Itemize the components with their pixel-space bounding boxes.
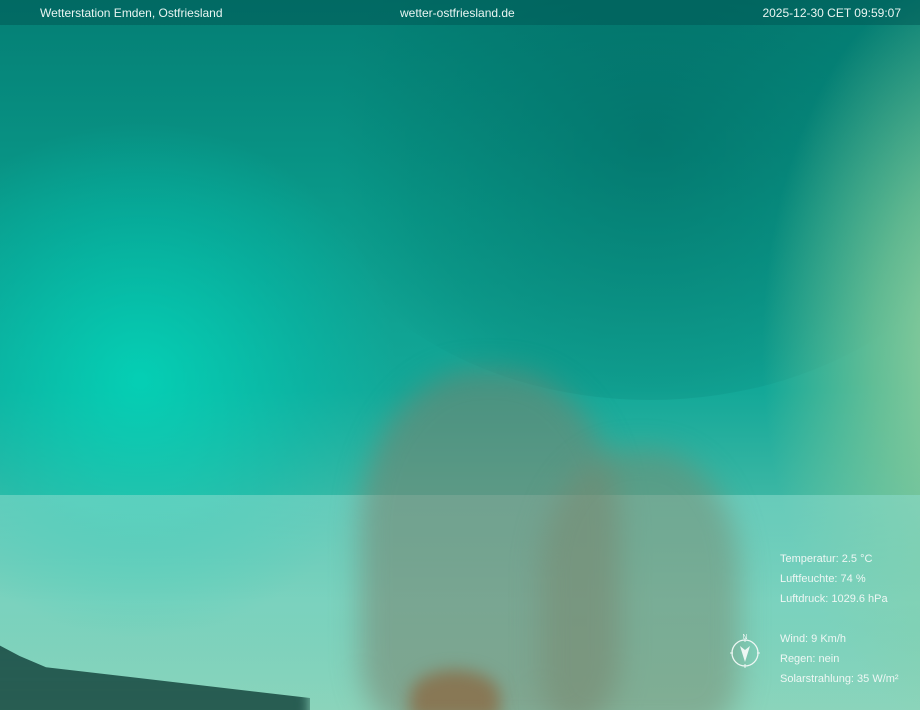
timestamp: 2025-12-30 CET 09:59:07	[762, 6, 901, 20]
website-label: wetter-ostfriesland.de	[400, 6, 515, 20]
wind-reading: Wind: 9 Km/h	[780, 633, 847, 645]
rain-reading: Regen: nein	[780, 653, 840, 665]
temperature-reading: Temperatur: 2.5 °C	[780, 553, 873, 565]
readings-spacer	[780, 609, 899, 629]
solar-reading: Solarstrahlung: 35 W/m²	[780, 673, 899, 685]
station-name: Wetterstation Emden, Ostfriesland	[40, 6, 223, 20]
weather-readings: Temperatur: 2.5 °C Luftfeuchte: 74 % Luf…	[780, 549, 899, 689]
pressure-reading: Luftdruck: 1029.6 hPa	[780, 593, 888, 605]
compass-arrow-icon: N	[730, 634, 760, 668]
webcam-image: Wetterstation Emden, Ostfriesland wetter…	[0, 0, 920, 710]
overlay-header: Wetterstation Emden, Ostfriesland wetter…	[0, 0, 920, 25]
humidity-reading: Luftfeuchte: 74 %	[780, 573, 866, 585]
tree-silhouette-right	[540, 450, 740, 710]
